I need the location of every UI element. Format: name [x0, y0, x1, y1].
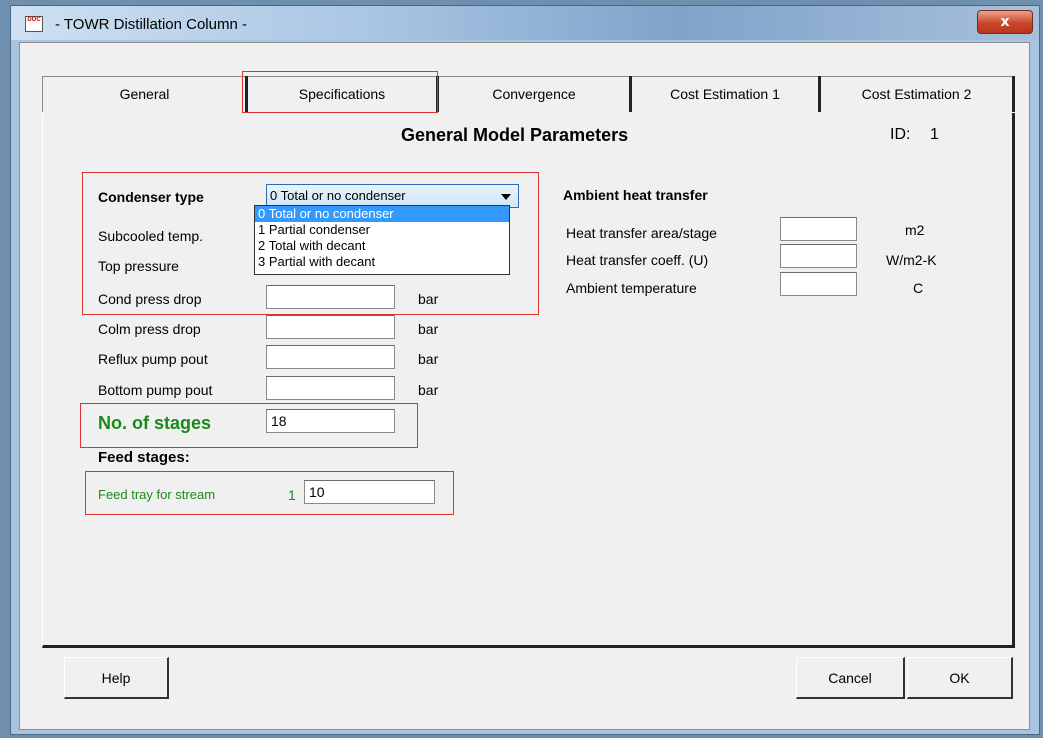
- colm-press-drop-field[interactable]: [266, 315, 395, 339]
- dialog-window: DOC - TOWR Distillation Column - x Gener…: [10, 5, 1040, 735]
- reflux-pump-pout-unit: bar: [418, 351, 439, 367]
- bottom-pump-pout-unit: bar: [418, 382, 439, 398]
- specifications-tab-highlight: [242, 71, 438, 113]
- title-bar[interactable]: DOC - TOWR Distillation Column - x: [11, 6, 1039, 40]
- cond-press-drop-label: Cond press drop: [98, 291, 202, 307]
- chevron-down-icon: [501, 194, 511, 200]
- ambient-temperature-field[interactable]: [780, 272, 857, 296]
- condenser-selected-value: 0 Total or no condenser: [270, 188, 406, 203]
- ambient-heading: Ambient heat transfer: [563, 187, 708, 203]
- id-value: 1: [930, 126, 939, 143]
- stages-field[interactable]: 18: [266, 409, 395, 433]
- close-icon: x: [1000, 14, 1010, 30]
- feed-stream-number: 1: [288, 487, 296, 503]
- heat-transfer-area-field[interactable]: [780, 217, 857, 241]
- heat-transfer-area-label: Heat transfer area/stage: [566, 225, 717, 241]
- heat-transfer-coeff-field[interactable]: [780, 244, 857, 268]
- cancel-button[interactable]: Cancel: [796, 657, 905, 699]
- dropdown-option[interactable]: 1 Partial condenser: [255, 222, 509, 238]
- tab-general[interactable]: General: [42, 76, 246, 112]
- page-title: General Model Parameters: [401, 125, 629, 145]
- window-title: - TOWR Distillation Column -: [55, 16, 247, 33]
- bottom-pump-pout-label: Bottom pump pout: [98, 382, 213, 398]
- heat-transfer-coeff-unit: W/m2-K: [886, 252, 937, 268]
- subcooled-temp-label: Subcooled temp.: [98, 228, 204, 244]
- tab-cost-estimation-2[interactable]: Cost Estimation 2: [821, 76, 1012, 112]
- reflux-pump-pout-field[interactable]: [266, 345, 395, 369]
- tab-label: Cost Estimation 1: [670, 86, 780, 102]
- help-button[interactable]: Help: [64, 657, 169, 699]
- tab-label: Cost Estimation 2: [861, 86, 972, 102]
- bottom-pump-pout-field[interactable]: [266, 376, 395, 400]
- dropdown-option[interactable]: 3 Partial with decant: [255, 254, 509, 270]
- ambient-temperature-label: Ambient temperature: [566, 280, 697, 296]
- feed-tray-label: Feed tray for stream: [98, 487, 216, 502]
- colm-press-drop-label: Colm press drop: [98, 321, 201, 337]
- app-icon: DOC: [25, 16, 43, 32]
- dropdown-option[interactable]: 0 Total or no condenser: [255, 206, 509, 222]
- tab-label: General: [119, 86, 170, 102]
- heat-transfer-coeff-label: Heat transfer coeff. (U): [566, 252, 709, 268]
- dialog-body: General Specifications Convergence Cost …: [19, 42, 1030, 730]
- cond-press-drop-unit: bar: [418, 291, 439, 307]
- condenser-type-dropdown-list: 0 Total or no condenser 1 Partial conden…: [254, 205, 510, 275]
- cond-press-drop-field[interactable]: [266, 285, 395, 309]
- top-pressure-label: Top pressure: [98, 258, 179, 274]
- condenser-type-label: Condenser type: [98, 189, 204, 205]
- tab-divider: [1012, 76, 1015, 112]
- feed-tray-field[interactable]: 10: [304, 480, 435, 504]
- dropdown-option[interactable]: 2 Total with decant: [255, 238, 509, 254]
- id-label: ID:: [890, 126, 911, 143]
- feed-stages-heading: Feed stages:: [98, 449, 190, 466]
- ambient-temperature-unit: C: [913, 280, 924, 296]
- tab-convergence[interactable]: Convergence: [439, 76, 629, 112]
- close-button[interactable]: x: [977, 10, 1033, 34]
- tab-cost-estimation-1[interactable]: Cost Estimation 1: [632, 76, 818, 112]
- tab-label: Convergence: [492, 86, 576, 102]
- heat-transfer-area-unit: m2: [905, 222, 925, 238]
- reflux-pump-pout-label: Reflux pump pout: [98, 351, 208, 367]
- stages-label: No. of stages: [98, 413, 212, 433]
- ok-button[interactable]: OK: [907, 657, 1013, 699]
- colm-press-drop-unit: bar: [418, 321, 439, 337]
